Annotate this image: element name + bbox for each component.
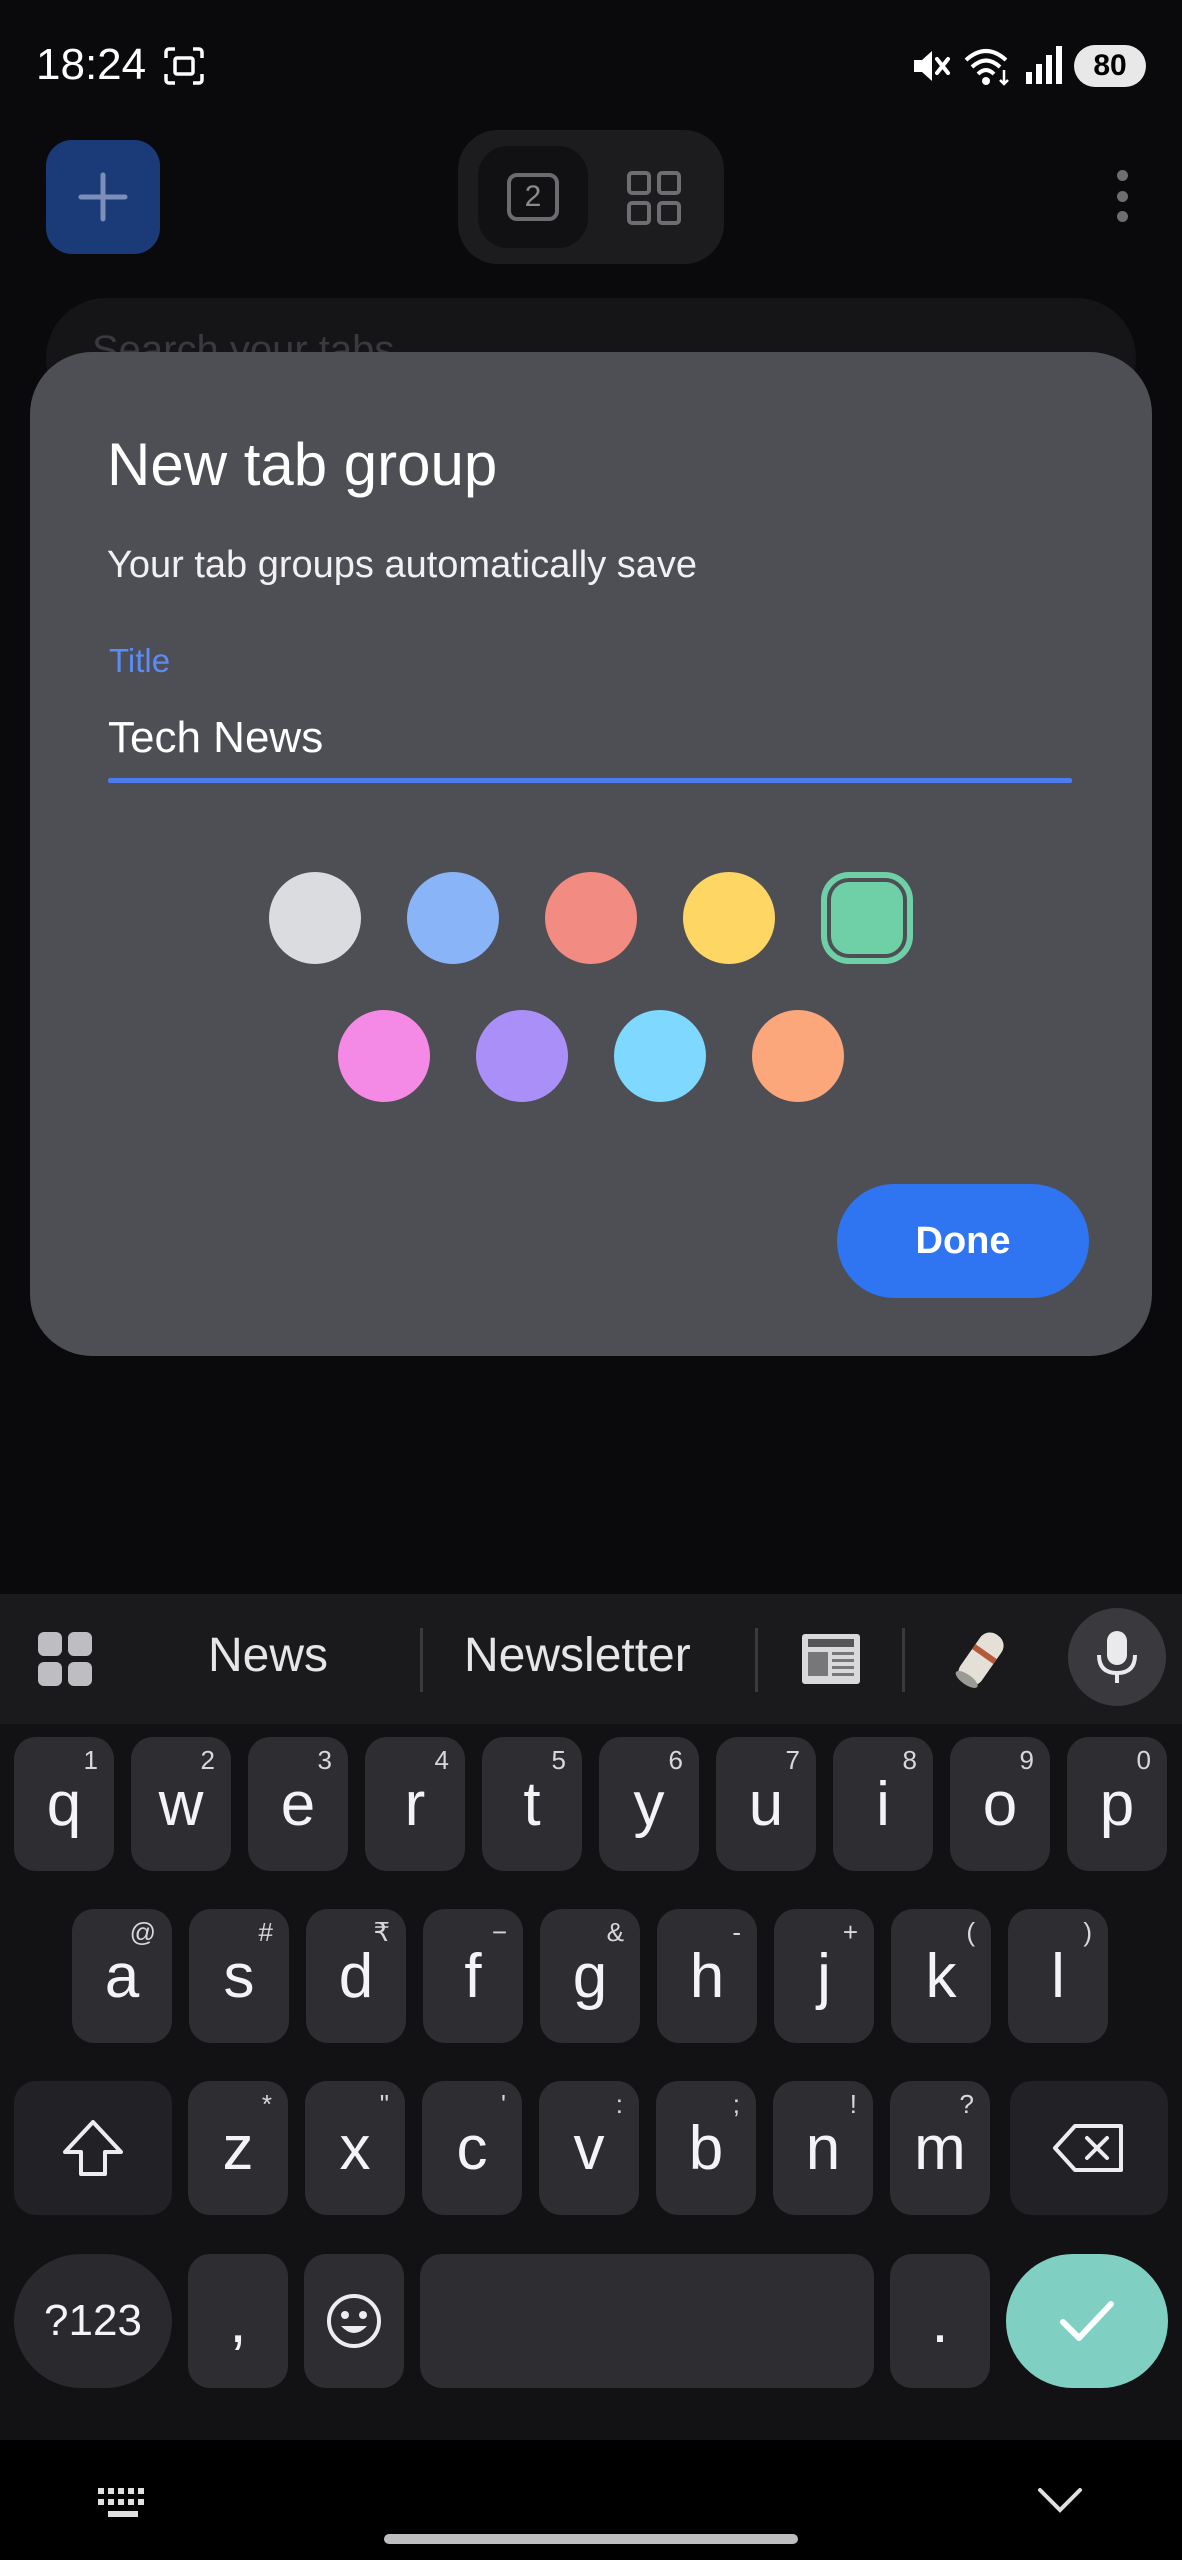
key-b[interactable]: b;: [656, 2081, 756, 2215]
color-swatch-green[interactable]: [821, 872, 913, 964]
dialog-title: New tab group: [107, 431, 498, 498]
more-options-icon[interactable]: [1114, 170, 1130, 222]
mute-icon: [914, 51, 950, 81]
voice-input-button[interactable]: [1068, 1608, 1166, 1706]
key-s[interactable]: s #: [189, 1909, 289, 2043]
keyboard: News Newsletter q 1 w 2 e 3 r 4 t 5 y 6 …: [0, 1594, 1182, 2560]
newspaper-emoji[interactable]: [796, 1624, 866, 1694]
key-y[interactable]: y6: [599, 1737, 699, 1871]
backspace-icon: [1053, 2124, 1123, 2172]
key-k[interactable]: k(: [891, 1909, 991, 2043]
battery-icon: 80: [1074, 45, 1146, 87]
suggestion-divider: [420, 1628, 423, 1692]
suggestion-divider: [902, 1628, 905, 1692]
key-r[interactable]: r4: [365, 1737, 465, 1871]
suggestion-divider: [755, 1628, 758, 1692]
shift-icon: [63, 2120, 123, 2176]
navigation-bar: [0, 2440, 1182, 2560]
emoji-key[interactable]: [304, 2254, 404, 2388]
suggestion-2[interactable]: Newsletter: [464, 1628, 691, 1683]
plus-icon: [78, 172, 128, 222]
key-x[interactable]: x ": [305, 2081, 405, 2215]
rolled-newspaper-emoji[interactable]: [946, 1624, 1016, 1694]
tab-count-button[interactable]: 2: [478, 146, 588, 248]
color-swatch-pink[interactable]: [338, 1010, 430, 1102]
title-input[interactable]: [108, 702, 1072, 774]
status-bar: 18:24 80: [0, 0, 1182, 130]
suggestion-bar: News Newsletter: [0, 1594, 1182, 1724]
color-swatch-blue[interactable]: [407, 872, 499, 964]
period-key[interactable]: .: [890, 2254, 990, 2388]
backspace-key[interactable]: [1010, 2081, 1168, 2215]
color-swatch-yellow[interactable]: [683, 872, 775, 964]
key-t[interactable]: t5: [482, 1737, 582, 1871]
key-g[interactable]: g &: [540, 1909, 640, 2043]
suggestion-1[interactable]: News: [208, 1628, 328, 1683]
hide-keyboard-icon[interactable]: [1036, 2484, 1084, 2516]
comma-key[interactable]: ,: [188, 2254, 288, 2388]
keyboard-switch-icon[interactable]: [96, 2486, 152, 2520]
enter-key[interactable]: [1006, 2254, 1168, 2388]
key-v[interactable]: v:: [539, 2081, 639, 2215]
checkmark-icon: [1060, 2301, 1114, 2341]
new-tab-group-dialog: New tab group Your tab groups automatica…: [30, 352, 1152, 1356]
color-swatch-orange[interactable]: [752, 1010, 844, 1102]
key-h[interactable]: h-: [657, 1909, 757, 2043]
space-key[interactable]: [420, 2254, 874, 2388]
title-input-underline: [108, 778, 1072, 783]
key-l[interactable]: l): [1008, 1909, 1108, 2043]
done-button[interactable]: Done: [837, 1184, 1089, 1298]
key-o[interactable]: o9: [950, 1737, 1050, 1871]
dialog-subtitle: Your tab groups automatically save: [107, 544, 698, 586]
emoji-icon: [327, 2294, 381, 2348]
key-c[interactable]: c ': [422, 2081, 522, 2215]
key-e[interactable]: e3: [248, 1737, 348, 1871]
key-u[interactable]: u7: [716, 1737, 816, 1871]
key-p[interactable]: p0: [1067, 1737, 1167, 1871]
key-n[interactable]: n!: [773, 2081, 873, 2215]
color-swatch-grey[interactable]: [269, 872, 361, 964]
shift-key[interactable]: [14, 2081, 172, 2215]
key-a[interactable]: a @: [72, 1909, 172, 2043]
status-time: 18:24: [36, 40, 147, 89]
screenshot-icon: [164, 47, 204, 85]
tab-count: 2: [507, 173, 559, 221]
signal-icon: [1026, 46, 1062, 84]
symbols-key[interactable]: ?123: [14, 2254, 172, 2388]
key-m[interactable]: m?: [890, 2081, 990, 2215]
key-i[interactable]: i8: [833, 1737, 933, 1871]
title-field-label: Title: [109, 642, 171, 679]
color-swatch-cyan[interactable]: [614, 1010, 706, 1102]
new-tab-button[interactable]: [46, 140, 160, 254]
tab-groups-grid-icon[interactable]: [626, 170, 682, 226]
key-d[interactable]: d ₹: [306, 1909, 406, 2043]
key-j[interactable]: j +: [774, 1909, 874, 2043]
tab-mode-switcher: 2: [458, 130, 724, 264]
color-swatch-red[interactable]: [545, 872, 637, 964]
microphone-icon: [1097, 1631, 1137, 1683]
key-f[interactable]: f −: [423, 1909, 523, 2043]
key-z[interactable]: z *: [188, 2081, 288, 2215]
wifi-icon: [964, 49, 1009, 86]
color-swatch-purple[interactable]: [476, 1010, 568, 1102]
key-w[interactable]: w2: [131, 1737, 231, 1871]
key-q[interactable]: q1: [14, 1737, 114, 1871]
keyboard-apps-icon[interactable]: [36, 1630, 94, 1688]
home-indicator[interactable]: [384, 2534, 798, 2544]
